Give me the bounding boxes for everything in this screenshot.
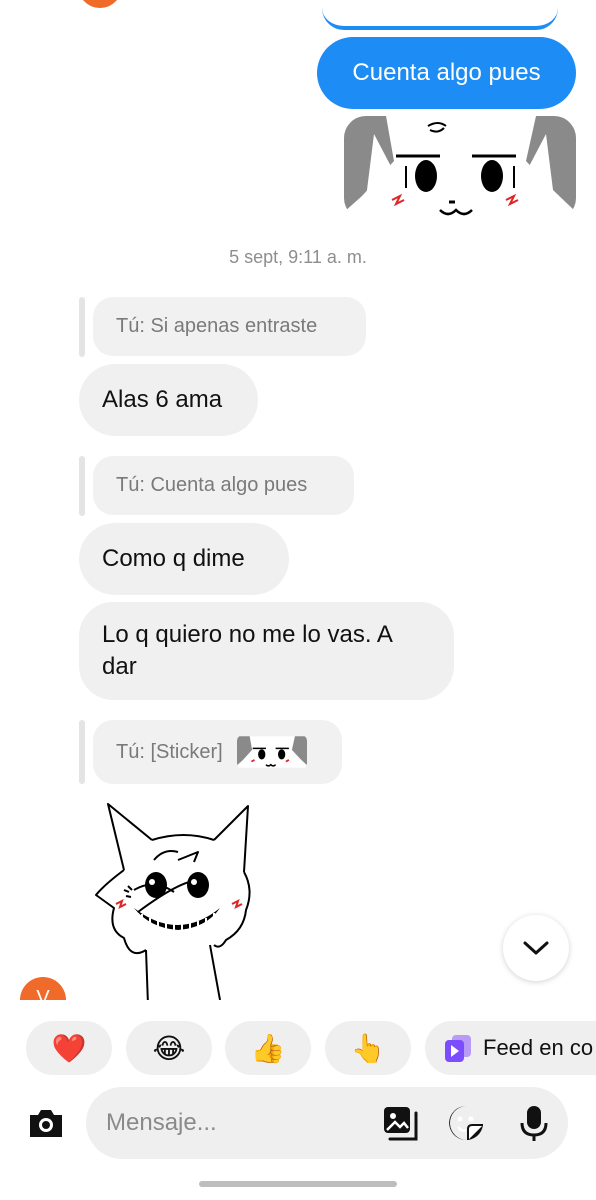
sticker-button[interactable]	[446, 1103, 486, 1143]
reaction-thumbs-up-button[interactable]: 👍	[225, 1021, 311, 1075]
feed-button-label: Feed en co	[483, 1035, 594, 1060]
incoming-message-bubble[interactable]: Alas 6 ama	[79, 364, 258, 436]
incoming-message-text: Lo q quiero no me lo vas. A dar	[102, 621, 392, 680]
outgoing-message-bubble[interactable]: Cuenta algo pues	[317, 37, 576, 109]
microphone-icon	[520, 1106, 548, 1141]
reply-indicator-bar	[79, 297, 85, 357]
previous-outgoing-bubble-edge	[322, 0, 558, 30]
home-indicator[interactable]	[199, 1181, 397, 1187]
feed-share-button[interactable]: Feed en co	[425, 1021, 596, 1075]
cat-face-sticker-icon	[236, 736, 307, 768]
previous-avatar	[78, 0, 122, 8]
incoming-message-text: Alas 6 ama	[102, 386, 223, 413]
message-input[interactable]	[86, 1087, 568, 1159]
mini-sticker-thumbnail	[236, 735, 307, 769]
gallery-button[interactable]	[380, 1103, 420, 1143]
incoming-message-text: Como q dime	[102, 545, 245, 572]
incoming-message-bubble[interactable]: Lo q quiero no me lo vas. A dar	[79, 602, 454, 700]
timestamp: 5 sept, 9:11 a. m.	[229, 247, 367, 267]
sticker-icon	[449, 1106, 483, 1141]
cat-drawing-sticker-icon	[95, 803, 251, 1006]
outgoing-sticker[interactable]	[344, 116, 576, 220]
reaction-heart-button[interactable]: ❤️	[26, 1021, 112, 1075]
reply-preview-text: Tú: Si apenas entraste	[116, 315, 318, 337]
reply-preview[interactable]: Tú: [Sticker]	[93, 720, 342, 784]
reply-indicator-bar	[79, 720, 85, 784]
pointing-up-icon: 👆	[350, 1032, 386, 1064]
reply-preview-text: Tú: [Sticker]	[116, 740, 223, 763]
scroll-to-bottom-button[interactable]	[503, 915, 569, 981]
camera-icon	[30, 1110, 62, 1137]
reply-preview[interactable]: Tú: Si apenas entraste	[93, 297, 366, 356]
feed-stack-icon	[443, 1033, 473, 1063]
reaction-point-up-button[interactable]: 👆	[325, 1021, 411, 1075]
outgoing-message-text: Cuenta algo pues	[352, 59, 541, 86]
reaction-laugh-button[interactable]: 😂	[126, 1021, 212, 1075]
camera-button[interactable]	[24, 1101, 68, 1145]
tears-of-joy-icon: 😂	[152, 1032, 186, 1064]
reply-preview[interactable]: Tú: Cuenta algo pues	[93, 456, 354, 515]
voice-message-button[interactable]	[514, 1103, 554, 1143]
red-heart-icon: ❤️	[51, 1032, 87, 1064]
reply-indicator-bar	[79, 456, 85, 516]
incoming-message-bubble[interactable]: Como q dime	[79, 523, 289, 595]
chevron-down-icon	[523, 941, 549, 955]
thumbs-up-icon: 👍	[250, 1032, 286, 1064]
cat-face-sticker-icon	[344, 116, 576, 220]
gallery-icon	[384, 1107, 418, 1141]
reply-preview-text: Tú: Cuenta algo pues	[116, 474, 308, 496]
incoming-sticker[interactable]	[94, 800, 264, 1006]
